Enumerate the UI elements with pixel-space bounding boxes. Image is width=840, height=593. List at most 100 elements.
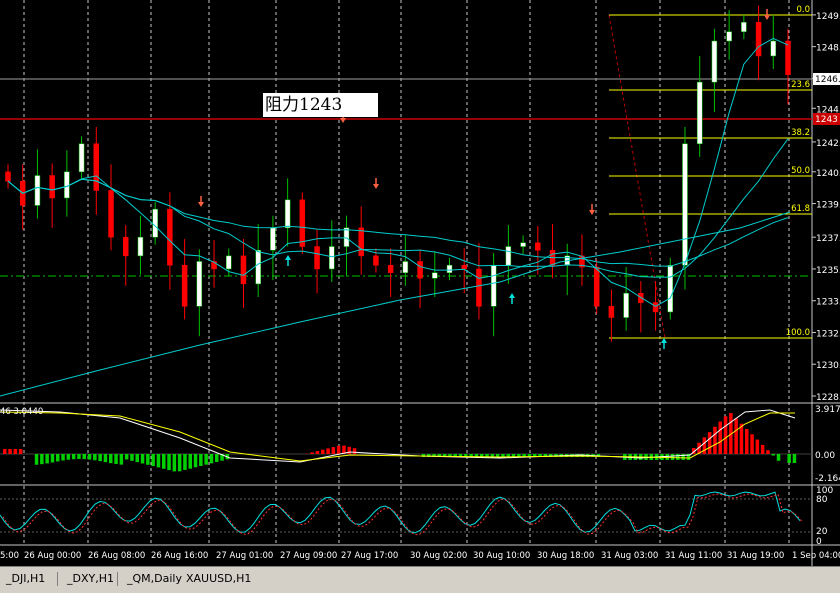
- candle-body: [359, 228, 364, 256]
- macd-histogram-bar: [756, 440, 760, 454]
- candle-body: [182, 265, 187, 306]
- candle-body: [535, 243, 540, 250]
- candle-body: [344, 228, 349, 247]
- macd-histogram-bar: [734, 418, 738, 454]
- macd-histogram-bar: [666, 454, 670, 460]
- macd-histogram-bar: [56, 454, 60, 461]
- candle-body: [418, 261, 423, 278]
- price-chart[interactable]: 0.023.638.250.061.8100.01249.1248.1246.1…: [0, 0, 840, 566]
- stoch-signal-line: [3, 494, 803, 535]
- macd-histogram-bar: [750, 434, 754, 454]
- candle-body: [64, 172, 69, 198]
- price-axis-label: 1235.: [816, 266, 840, 276]
- candle-body: [506, 247, 511, 266]
- macd-histogram-bar: [183, 454, 187, 470]
- stoch-axis-label: 20: [816, 527, 828, 537]
- macd-axis-label: -2.164: [815, 474, 840, 484]
- candle-body: [491, 265, 496, 306]
- candle-body: [197, 261, 202, 306]
- price-axis-label: 1233.: [816, 298, 840, 308]
- price-axis-label: 1230.: [816, 361, 840, 371]
- macd-histogram-bar: [19, 449, 23, 454]
- candle-body: [109, 190, 114, 237]
- macd-header-label: 46 3.0440: [0, 407, 43, 417]
- candle-body: [668, 265, 673, 312]
- price-axis-label: 1232.: [816, 329, 840, 339]
- macd-histogram-bar: [109, 454, 113, 463]
- tab-qm-daily[interactable]: _QM,Daily: [121, 569, 188, 588]
- resistance-price-tag-label: 1243: [815, 115, 838, 125]
- tab-dxy-h1[interactable]: _DXY,H1: [61, 569, 120, 588]
- candle-body: [697, 82, 702, 144]
- candle-body: [447, 265, 452, 272]
- candle-body: [270, 228, 275, 250]
- fractal-arrow-head: [340, 118, 346, 123]
- macd-axis-label: 0.00: [815, 451, 835, 461]
- candle-body: [138, 237, 143, 256]
- candle-body: [624, 293, 629, 317]
- macd-histogram-bar: [321, 450, 325, 454]
- macd-histogram-bar: [88, 454, 92, 460]
- candle-body: [153, 209, 158, 237]
- time-axis-label: 26 Aug 16:00: [151, 551, 208, 561]
- tab-xauusd-h1[interactable]: XAUUSD,H1: [180, 569, 257, 588]
- candle-body: [521, 243, 526, 247]
- candle-body: [594, 267, 599, 306]
- macd-histogram-bar: [114, 454, 118, 464]
- macd-histogram-bar: [72, 454, 76, 459]
- fib-level-label: 0.0: [796, 5, 810, 15]
- time-axis-label: 26 Aug 08:00: [88, 551, 145, 561]
- macd-histogram-bar: [162, 454, 166, 469]
- macd-axis-label: 3.9179: [815, 405, 840, 415]
- macd-histogram-bar: [173, 454, 177, 471]
- macd-histogram-bar: [77, 454, 81, 459]
- candle-body: [741, 22, 746, 31]
- fractal-arrow-head: [764, 15, 770, 20]
- candle-body: [712, 41, 717, 82]
- time-axis-label: 31 Aug 03:00: [601, 551, 658, 561]
- macd-histogram-bar: [215, 454, 219, 462]
- price-axis-label: 1248.: [816, 44, 840, 54]
- time-axis-label: 30 Aug 10:00: [473, 551, 530, 561]
- time-axis-label: 1 Sep 04:00: [792, 551, 840, 561]
- candle-body: [476, 269, 481, 306]
- candle-body: [226, 256, 231, 269]
- price-axis-label: 1240.: [816, 169, 840, 179]
- macd-histogram-bar: [348, 447, 352, 454]
- time-axis-label: 30 Aug 02:00: [410, 551, 467, 561]
- macd-histogram-bar: [326, 448, 330, 454]
- candle-body: [6, 172, 11, 181]
- macd-histogram-bar: [766, 450, 770, 454]
- macd-histogram-bar: [146, 454, 150, 465]
- candle-body: [94, 144, 99, 191]
- candle-body: [682, 144, 687, 265]
- price-axis-label: 1237.: [816, 234, 840, 244]
- macd-histogram-bar: [125, 454, 128, 459]
- stoch-axis-label: 80: [816, 495, 828, 505]
- candle-body: [432, 273, 437, 279]
- macd-histogram-bar: [40, 454, 44, 464]
- fib-level-label: 50.0: [791, 166, 810, 176]
- candle-body: [79, 144, 84, 172]
- candle-body: [609, 306, 614, 317]
- macd-histogram-bar: [772, 454, 776, 456]
- candle-body: [256, 250, 261, 284]
- macd-histogram-bar: [793, 454, 797, 463]
- macd-histogram-bar: [210, 454, 214, 463]
- time-axis-label: 26 Aug 00:00: [24, 551, 81, 561]
- candle-body: [315, 247, 320, 269]
- macd-histogram-bar: [199, 454, 203, 466]
- macd-histogram-bar: [761, 445, 765, 454]
- macd-histogram-bar: [178, 454, 182, 471]
- price-axis-label: 1249.: [816, 12, 840, 22]
- candle-body: [403, 261, 408, 272]
- macd-histogram-bar: [740, 424, 744, 454]
- tab-dji-h1[interactable]: _DJI,H1: [0, 569, 51, 588]
- macd-histogram-bar: [120, 454, 124, 465]
- price-axis-label: 1228.: [816, 393, 840, 403]
- fractal-arrow-head: [198, 202, 204, 207]
- chart-tab-bar: _DJI,H1 _DXY,H1 _QM,Daily XAUUSD,H1: [0, 566, 840, 593]
- macd-histogram-bar: [157, 454, 161, 467]
- macd-histogram-bar: [83, 454, 87, 459]
- fib-level-label: 23.6: [791, 80, 810, 90]
